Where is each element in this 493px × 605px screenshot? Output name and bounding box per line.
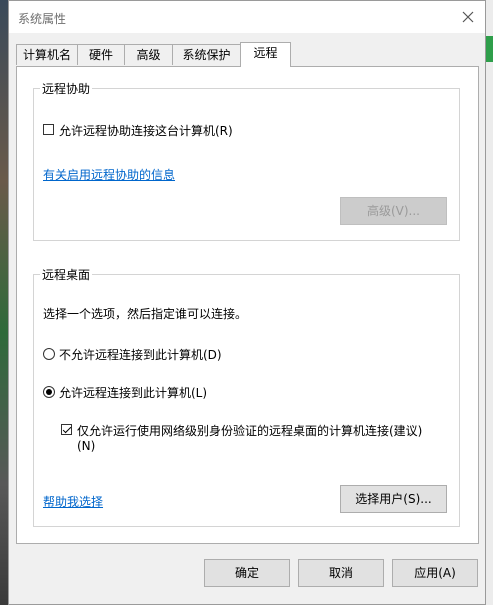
remote-tab-panel: 远程协助 允许远程协助连接这台计算机(R) 有关启用远程协助的信息 高级(V).… [16, 66, 479, 544]
close-icon[interactable] [457, 6, 479, 28]
nla-only-checkbox[interactable] [61, 424, 72, 435]
disallow-remote-radio[interactable] [43, 348, 55, 360]
tab-remote[interactable]: 远程 [240, 42, 291, 67]
select-users-button[interactable]: 选择用户(S)... [340, 485, 447, 513]
allow-remote-radio[interactable] [43, 386, 55, 398]
advanced-button[interactable]: 高级(V)... [340, 197, 447, 225]
remote-assistance-group: 远程协助 允许远程协助连接这台计算机(R) 有关启用远程协助的信息 高级(V).… [33, 80, 460, 241]
title-bar: 系统属性 [9, 1, 485, 33]
remote-assistance-info-link[interactable]: 有关启用远程协助的信息 [43, 166, 175, 183]
remote-desktop-group: 远程桌面 选择一个选项，然后指定谁可以连接。 不允许远程连接到此计算机(D) 允… [33, 266, 460, 527]
tab-advanced[interactable]: 高级 [124, 44, 173, 65]
tab-system-protection[interactable]: 系统保护 [172, 44, 241, 65]
background-window [486, 0, 493, 605]
tab-hardware[interactable]: 硬件 [77, 44, 125, 65]
tab-computer-name[interactable]: 计算机名 [16, 44, 78, 65]
remote-desktop-heading: 远程桌面 [40, 266, 93, 283]
disallow-remote-label[interactable]: 不允许远程连接到此计算机(D) [59, 346, 222, 363]
remote-assistance-heading: 远程协助 [40, 80, 93, 97]
desktop-background [0, 0, 8, 605]
allow-remote-assistance-label[interactable]: 允许远程协助连接这台计算机(R) [59, 122, 233, 139]
allow-remote-assistance-checkbox[interactable] [43, 124, 54, 135]
allow-remote-label[interactable]: 允许远程连接到此计算机(L) [59, 384, 207, 401]
system-properties-dialog: 系统属性 计算机名 硬件 高级 系统保护 远程 远程协助 允许远程协助连接这台计… [8, 0, 486, 605]
window-title: 系统属性 [18, 12, 67, 26]
help-me-choose-link[interactable]: 帮助我选择 [43, 493, 103, 510]
remote-desktop-instruction: 选择一个选项，然后指定谁可以连接。 [43, 307, 248, 321]
apply-button[interactable]: 应用(A) [392, 559, 478, 587]
cancel-button[interactable]: 取消 [298, 559, 384, 587]
nla-only-label-line2[interactable]: (N) [77, 439, 95, 453]
ok-button[interactable]: 确定 [204, 559, 290, 587]
nla-only-label[interactable]: 仅允许运行使用网络级别身份验证的远程桌面的计算机连接(建议) [77, 422, 422, 439]
